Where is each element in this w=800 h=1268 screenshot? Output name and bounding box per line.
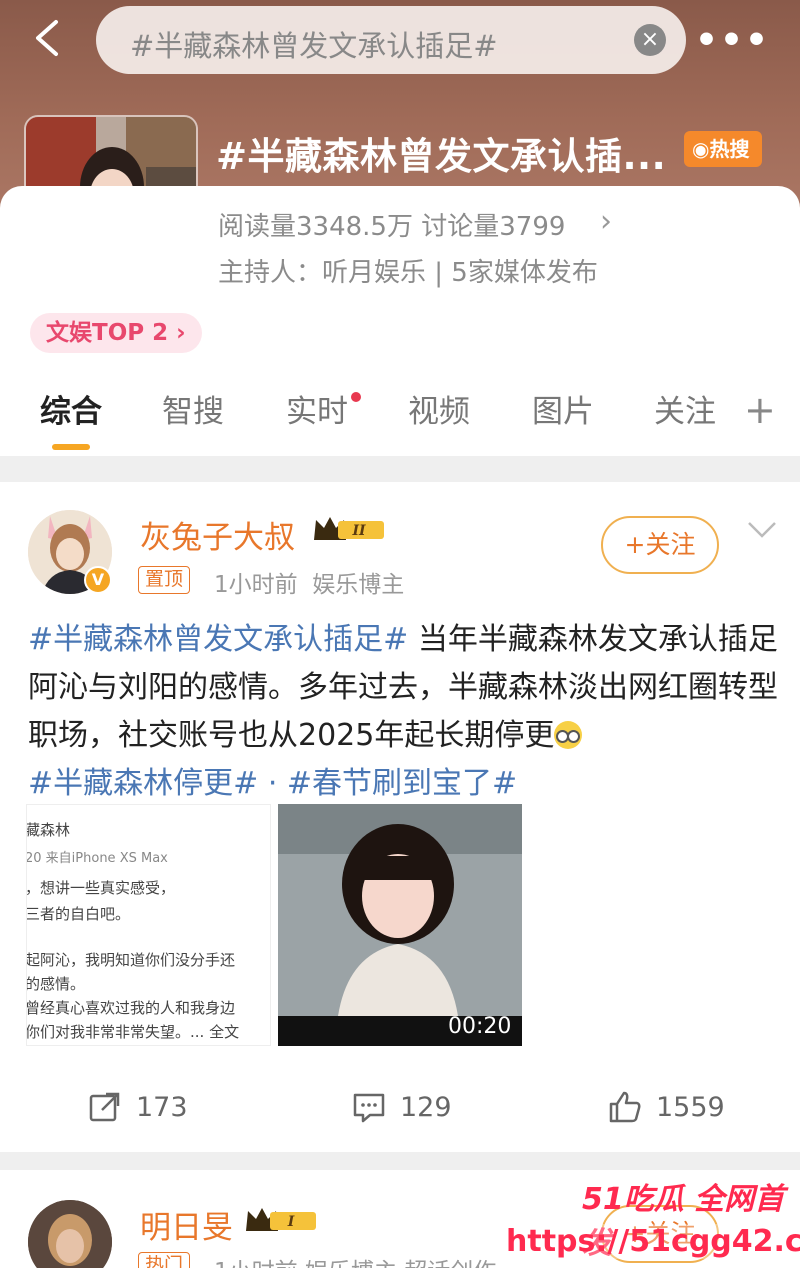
crown-level-icon: I [244, 1205, 322, 1239]
level-label: II [351, 523, 366, 539]
hashtag-link[interactable]: #半藏森林曾发文承认插足# [28, 622, 408, 657]
like-count: 1559 [656, 1092, 725, 1123]
search-bar[interactable]: #半藏森林曾发文承认插足# × [96, 6, 686, 74]
comment-count: 129 [400, 1092, 452, 1123]
chevron-down-icon[interactable] [746, 520, 778, 544]
image-text-line: 你们对我非常非常失望。... 全文 [26, 1023, 240, 1041]
tab-following[interactable]: 关注 [654, 386, 716, 431]
tab-realtime[interactable]: 实时 [286, 386, 348, 431]
tag-separator: · [258, 766, 287, 801]
hashtag-link[interactable]: #半藏森林停更# [28, 766, 258, 801]
weibo-topic-page: #半藏森林曾发文承认插足# × ••• #半藏森林曾发文承认插... ◉热搜 阅… [0, 0, 800, 1268]
hot-search-badge: ◉热搜 [684, 131, 762, 167]
back-icon[interactable] [30, 18, 66, 58]
chevron-right-icon[interactable]: › [600, 204, 612, 239]
rank-badge[interactable]: 文娱TOP 2 › [30, 313, 202, 353]
realtime-new-dot [351, 392, 361, 402]
share-icon [89, 1092, 120, 1122]
verified-icon: V [84, 566, 112, 594]
image-text-line: 20 来自iPhone XS Max [26, 851, 168, 866]
post-text: #半藏森林曾发文承认插足# 当年半藏森林发文承认插足阿沁与刘阳的感情。多年过去，… [28, 616, 778, 808]
image-text-line: 三者的自白吧。 [26, 905, 131, 923]
crown-level-icon: II [312, 514, 390, 548]
author-name[interactable]: 明日旻 [140, 1202, 233, 1247]
search-input[interactable]: #半藏森林曾发文承认插足# [130, 23, 498, 65]
post-actions: 173 129 1559 [0, 1088, 800, 1138]
image-text-line: 藏森林 [26, 821, 71, 839]
thumbs-up-icon [609, 1091, 641, 1123]
post-time: 1小时前 [214, 572, 298, 598]
image-text-line: 的感情。 [26, 975, 86, 993]
screenshot-image[interactable]: 藏森林 20 来自iPhone XS Max ，想讲一些真实感受， 三者的自白吧… [26, 804, 271, 1046]
tab-images[interactable]: 图片 [532, 386, 594, 431]
follow-button[interactable]: +关注 [601, 516, 719, 574]
watermark-url: https://51cgg42.com [506, 1224, 800, 1259]
topic-stats[interactable]: 阅读量3348.5万 讨论量3799 [218, 206, 565, 243]
top-bar: #半藏森林曾发文承认插足# × ••• [0, 0, 800, 80]
tab-smart-search[interactable]: 智搜 [162, 386, 224, 431]
comment-icon [353, 1093, 385, 1123]
author-role: 娱乐博主 [312, 572, 405, 598]
active-tab-indicator [52, 444, 90, 450]
section-divider [0, 1152, 800, 1170]
video-thumbnail[interactable] [278, 804, 522, 1046]
tab-video[interactable]: 视频 [408, 386, 470, 431]
tab-comprehensive[interactable]: 综合 [40, 386, 102, 431]
image-text-line: 曾经真心喜欢过我的人和我身边 [26, 999, 236, 1017]
image-text-line: ，想讲一些真实感受， [26, 879, 176, 897]
topic-title: #半藏森林曾发文承认插... [216, 135, 667, 178]
post-meta: 1小时前 娱乐博主 [214, 565, 404, 599]
tab-bar: 综合 智搜 实时 视频 图片 关注 [0, 386, 800, 442]
clear-icon[interactable]: × [634, 24, 666, 56]
author-name[interactable]: 灰兔子大叔 [140, 512, 295, 557]
add-tab-icon[interactable]: + [744, 388, 776, 432]
level-label: I [287, 1214, 295, 1230]
image-text-line: 起阿沁，我明知道你们没分手还 [26, 951, 236, 969]
emoji-icon [554, 721, 583, 749]
repost-count: 173 [136, 1092, 188, 1123]
hot-badge: 热门 [138, 1252, 191, 1268]
topic-host[interactable]: 主持人：听月娱乐 | 5家媒体发布 [218, 252, 598, 289]
more-icon[interactable]: ••• [695, 20, 770, 61]
hot-badge-label: 热搜 [709, 137, 750, 161]
post-meta: 1小时前 娱乐博主 超话创作 [214, 1252, 496, 1268]
pinned-badge: 置顶 [138, 566, 191, 594]
hashtag-link[interactable]: #春节刷到宝了# [287, 766, 517, 801]
video-duration: 00:20 [448, 1014, 512, 1039]
